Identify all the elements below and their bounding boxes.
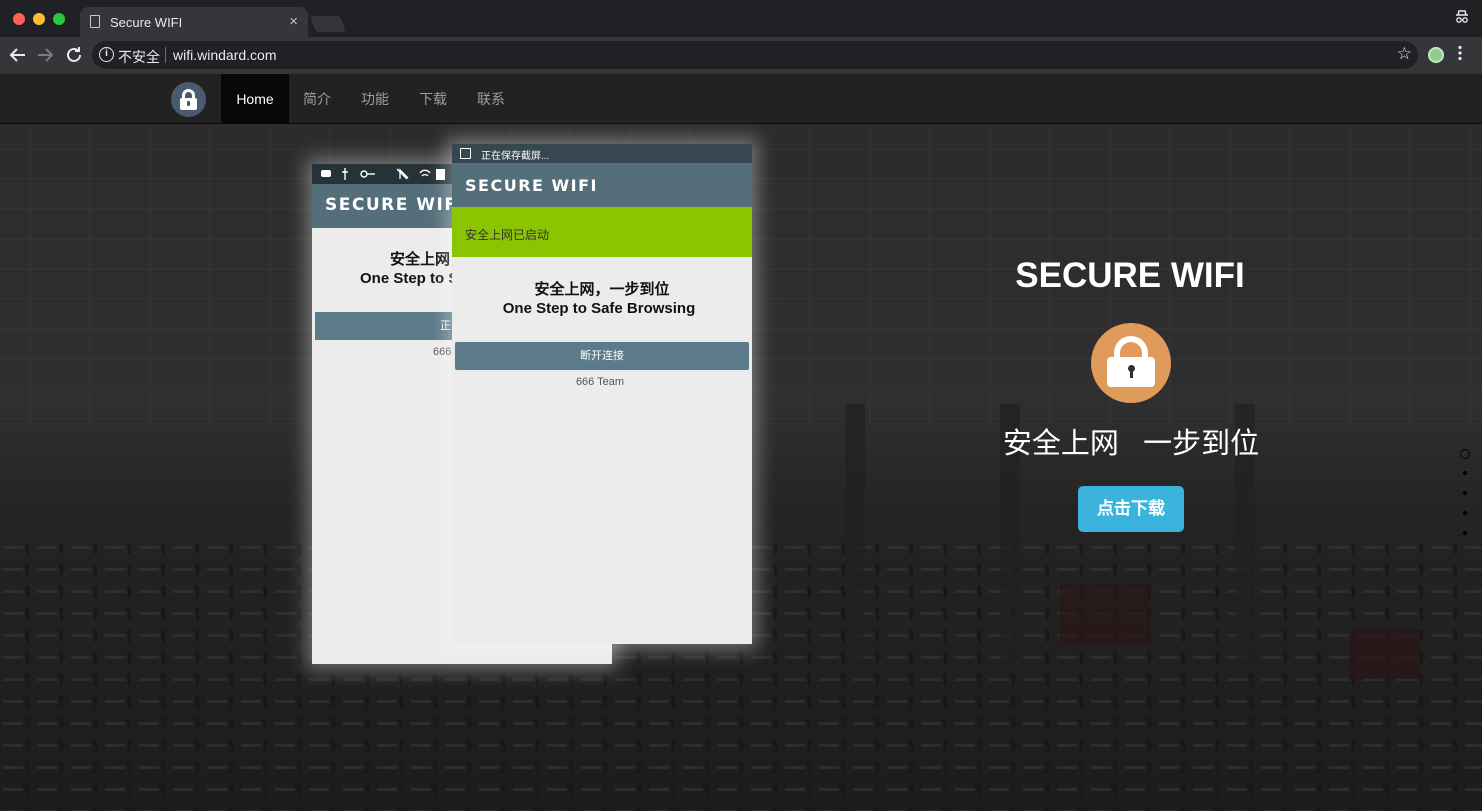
team-label: 666 Team	[575, 376, 625, 388]
incognito-icon	[1454, 9, 1470, 25]
forward-icon[interactable]	[33, 43, 57, 67]
browser-toolbar: i 不安全 wifi.windard.com ☆	[0, 37, 1482, 74]
browser-tab[interactable]: Secure WIFI ×	[80, 7, 308, 37]
url-text[interactable]: wifi.windard.com	[173, 47, 276, 63]
window-close-icon[interactable]	[13, 13, 25, 25]
lock-logo-icon[interactable]	[171, 82, 206, 117]
tab-close-icon[interactable]: ×	[289, 13, 298, 30]
nav-item-download[interactable]: 下载	[419, 74, 447, 124]
address-bar[interactable]: i 不安全 wifi.windard.com ☆	[92, 41, 1418, 69]
hero-subtitle: 安全上网 一步到位	[1002, 428, 1260, 460]
window-maximize-icon[interactable]	[53, 13, 65, 25]
nav-item-intro[interactable]: 简介	[303, 74, 331, 124]
nav-item-features[interactable]: 功能	[361, 74, 389, 124]
lock-icon	[1091, 323, 1171, 403]
slogan-en: One Step to Safe Browsing	[502, 300, 696, 317]
screenshot-icon	[460, 148, 471, 159]
app-bar: SECURE WIFI	[452, 163, 752, 207]
section-dots-nav	[1459, 449, 1471, 551]
disconnect-button: 断开连接	[455, 342, 749, 370]
window-minimize-icon[interactable]	[33, 13, 45, 25]
app-brand: SECURE WIFI	[325, 195, 466, 215]
section-dot-1[interactable]	[1460, 449, 1470, 459]
site-navbar: Home 简介 功能 下载 联系	[0, 74, 1482, 124]
hero-title: SECURE WIFI	[1015, 256, 1245, 295]
star-icon[interactable]: ☆	[1397, 44, 1412, 64]
web-page: Home 简介 功能 下载 联系 SECURE WIFI 安全上网，一步到位 O…	[0, 74, 1482, 811]
section-dot-5[interactable]	[1463, 531, 1467, 535]
browser-tabbar: Secure WIFI ×	[0, 0, 1482, 37]
new-tab-button[interactable]	[310, 16, 346, 32]
app-brand: SECURE WIFI	[465, 176, 598, 195]
divider	[165, 47, 166, 63]
slogan-cn: 安全上网，一步到位	[534, 281, 670, 298]
tab-title: Secure WIFI	[110, 15, 183, 30]
download-button[interactable]: 点击下载	[1078, 486, 1184, 532]
security-label[interactable]: 不安全	[118, 47, 160, 67]
menu-icon[interactable]	[1457, 45, 1463, 61]
document-icon	[90, 15, 100, 28]
nav-item-home[interactable]: Home	[221, 74, 289, 124]
section-dot-2[interactable]	[1463, 471, 1467, 475]
reload-icon[interactable]	[62, 43, 86, 67]
back-icon[interactable]	[6, 43, 30, 67]
status-banner: 安全上网已启动	[452, 207, 752, 257]
nav-item-contact[interactable]: 联系	[477, 74, 505, 124]
status-text: 正在保存截屏...	[481, 151, 550, 162]
info-icon[interactable]: i	[99, 47, 114, 62]
phone-screenshot-front: 正在保存截屏... SECURE WIFI 安全上网已启动 安全上网，一步到位 …	[452, 144, 752, 644]
extension-icon[interactable]	[1428, 47, 1444, 63]
banner-text: 安全上网已启动	[465, 228, 550, 242]
phone-status-bar: 正在保存截屏...	[452, 144, 752, 163]
section-dot-3[interactable]	[1463, 491, 1467, 495]
section-dot-4[interactable]	[1463, 511, 1467, 515]
